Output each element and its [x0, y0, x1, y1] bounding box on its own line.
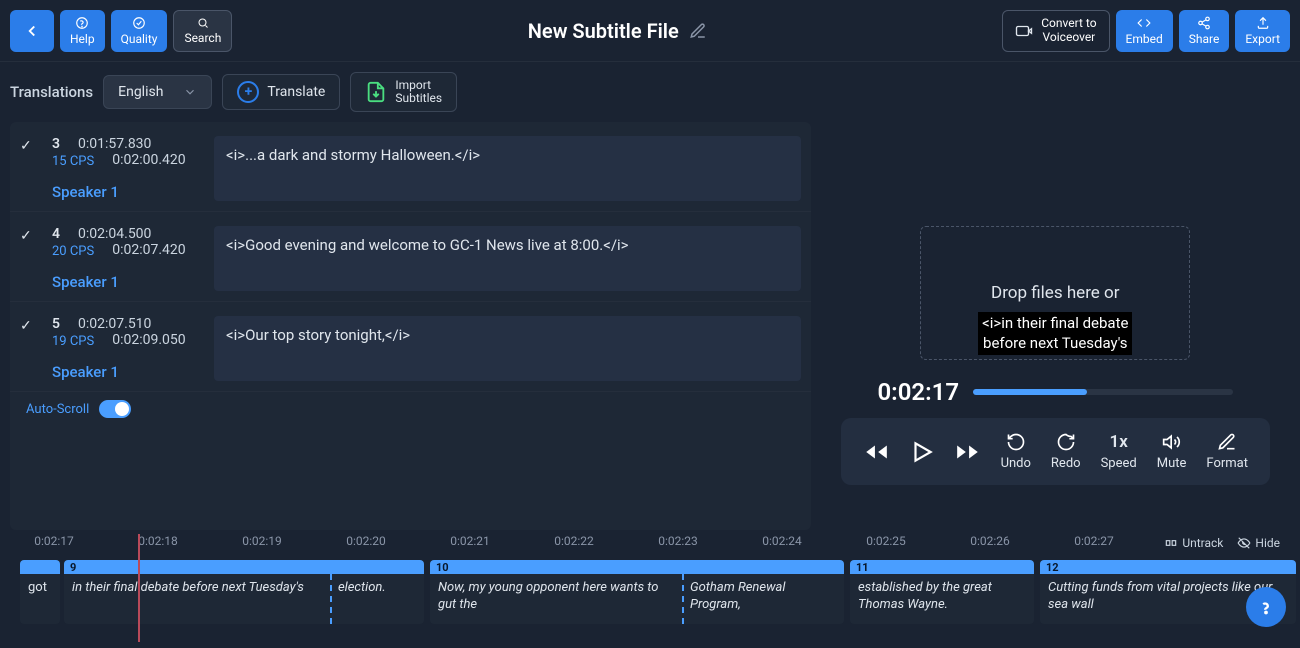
translations-label: Translations	[10, 83, 93, 101]
sub-start[interactable]: 0:02:04.500	[78, 226, 151, 242]
sub-cps: 15 CPS	[52, 154, 94, 169]
subtitle-row[interactable]: ✓ 4 0:02:04.500 20 CPS 0:02:07.420 Speaker…	[10, 212, 811, 302]
autoscroll-toggle[interactable]: Auto-Scroll	[10, 392, 811, 418]
subtitle-row[interactable]: ✓ 5 0:02:07.510 19 CPS 0:02:09.050 Speaker…	[10, 302, 811, 392]
language-select[interactable]: English	[103, 75, 212, 109]
ruler-tick: 0:02:20	[346, 534, 386, 548]
timeline-clip[interactable]: got	[20, 560, 60, 624]
forward-button[interactable]	[955, 439, 981, 465]
sub-end[interactable]: 0:02:09.050	[112, 332, 185, 349]
redo-button[interactable]: Redo	[1051, 432, 1081, 471]
dropzone-label: Drop files here or	[991, 283, 1119, 303]
import-icon	[365, 81, 387, 103]
undo-button[interactable]: Undo	[1001, 432, 1031, 471]
sub-text[interactable]: <i>Our top story tonight,</i>	[214, 316, 801, 381]
ruler-tick: 0:02:19	[242, 534, 282, 548]
sub-cps: 19 CPS	[52, 334, 94, 349]
topbar: Help Quality Search New Subtitle File Co…	[0, 0, 1300, 62]
sub-start[interactable]: 0:02:07.510	[78, 316, 151, 332]
sub-speaker[interactable]: Speaker 1	[52, 273, 202, 291]
untrack-button[interactable]: Untrack	[1164, 536, 1223, 550]
subtitle-list[interactable]: ✓ 3 0:01:57.830 15 CPS 0:02:00.420 Speaker…	[10, 122, 811, 530]
sub-end[interactable]: 0:02:07.420	[112, 242, 185, 259]
preview-panel: Drop files here or <i>in their final deb…	[811, 122, 1300, 530]
timeline-clip[interactable]: 9in their final debate before next Tuesd…	[64, 560, 424, 624]
speed-button[interactable]: 1xSpeed	[1101, 432, 1137, 471]
help-button[interactable]: Help	[60, 10, 105, 52]
player-controls: Undo Redo 1xSpeed Mute Format	[841, 418, 1270, 485]
playhead[interactable]	[138, 534, 140, 642]
subtitle-row[interactable]: ✓ 3 0:01:57.830 15 CPS 0:02:00.420 Speaker…	[10, 122, 811, 212]
chevron-down-icon	[183, 85, 197, 99]
ruler-tick: 0:02:24	[762, 534, 802, 548]
rewind-button[interactable]	[863, 439, 889, 465]
sub-index: 5	[52, 316, 60, 332]
ruler-tick: 0:02:18	[138, 534, 178, 548]
timeline-clip[interactable]: 11established by the great Thomas Wayne.	[850, 560, 1034, 624]
search-button[interactable]: Search	[173, 10, 232, 52]
progress-bar[interactable]	[973, 389, 1233, 395]
sub-index: 4	[52, 226, 60, 242]
current-time: 0:02:17	[877, 378, 959, 406]
edit-title-icon[interactable]	[689, 22, 707, 40]
check-icon[interactable]: ✓	[20, 226, 40, 291]
ruler-tick: 0:02:17	[34, 534, 74, 548]
export-button[interactable]: Export	[1235, 10, 1290, 52]
ruler-tick: 0:02:25	[866, 534, 906, 548]
ruler-tick: 0:02:21	[450, 534, 490, 548]
sub-text[interactable]: <i>Good evening and welcome to GC-1 News…	[214, 226, 801, 291]
sub-speaker[interactable]: Speaker 1	[52, 183, 202, 201]
time-ruler[interactable]: 0:02:17 0:02:18 0:02:19 0:02:20 0:02:21 …	[10, 534, 1290, 558]
clips-track[interactable]: got9in their final debate before next Tu…	[10, 560, 1290, 630]
sub-text[interactable]: <i>...a dark and stormy Halloween.</i>	[214, 136, 801, 201]
translate-button[interactable]: + Translate	[222, 74, 340, 110]
sub-start[interactable]: 0:01:57.830	[78, 136, 151, 152]
import-subtitles-button[interactable]: ImportSubtitles	[350, 72, 457, 112]
help-fab[interactable]	[1246, 587, 1286, 627]
video-dropzone[interactable]: Drop files here or <i>in their final deb…	[920, 226, 1190, 360]
sub-end[interactable]: 0:02:00.420	[112, 152, 185, 169]
sub-index: 3	[52, 136, 60, 152]
hide-button[interactable]: Hide	[1237, 536, 1280, 550]
toggle-switch[interactable]	[99, 400, 131, 418]
ruler-tick: 0:02:22	[554, 534, 594, 548]
ruler-tick: 0:02:26	[970, 534, 1010, 548]
plus-icon: +	[237, 81, 259, 103]
timeline[interactable]: 0:02:17 0:02:18 0:02:19 0:02:20 0:02:21 …	[0, 530, 1300, 648]
share-button[interactable]: Share	[1179, 10, 1230, 52]
sub-speaker[interactable]: Speaker 1	[52, 363, 202, 381]
sub-cps: 20 CPS	[52, 244, 94, 259]
subtitle-overlay: <i>in their final debatebefore next Tues…	[978, 312, 1132, 355]
timeline-clip[interactable]: 10Now, my young opponent here wants to g…	[430, 560, 844, 624]
page-title: New Subtitle File	[238, 19, 996, 43]
ruler-tick: 0:02:27	[1074, 534, 1114, 548]
quality-button[interactable]: Quality	[111, 10, 168, 52]
check-icon[interactable]: ✓	[20, 316, 40, 381]
check-icon[interactable]: ✓	[20, 136, 40, 201]
format-button[interactable]: Format	[1206, 432, 1248, 471]
convert-voiceover-button[interactable]: Convert toVoiceover	[1002, 10, 1109, 52]
subheader: Translations English + Translate ImportS…	[0, 62, 1300, 122]
embed-button[interactable]: Embed	[1116, 10, 1173, 52]
back-button[interactable]	[10, 10, 54, 52]
mute-button[interactable]: Mute	[1157, 432, 1187, 471]
ruler-tick: 0:02:23	[658, 534, 698, 548]
subtitle-panel: ✓ 3 0:01:57.830 15 CPS 0:02:00.420 Speaker…	[0, 122, 811, 530]
play-button[interactable]	[909, 439, 935, 465]
